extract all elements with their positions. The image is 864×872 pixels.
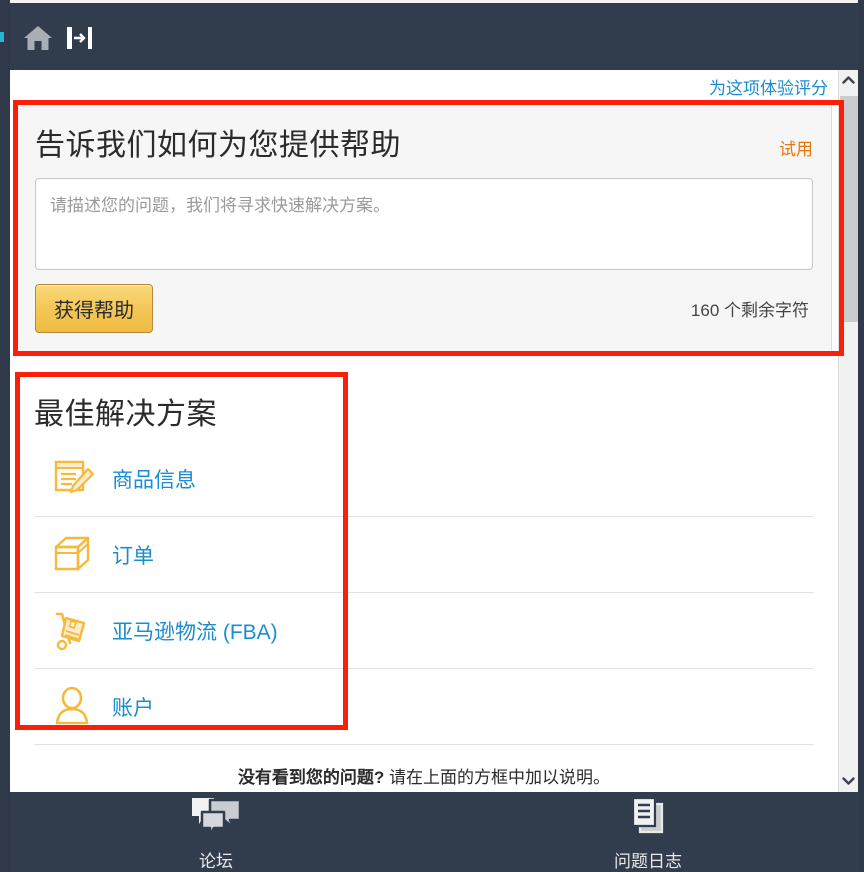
box-icon <box>34 533 112 577</box>
solution-link[interactable]: 订单 <box>112 540 154 570</box>
collapse-panel-button[interactable] <box>60 20 100 60</box>
scrollbar-thumb[interactable] <box>840 96 858 322</box>
person-icon <box>34 685 112 729</box>
window-left-edge <box>0 0 10 872</box>
issue-not-found-note: 没有看到您的问题? 请在上面的方框中加以说明。 <box>34 745 814 792</box>
help-card-footer: 获得帮助 160 个剩余字符 <box>35 284 813 333</box>
issue-not-found-question: 没有看到您的问题? <box>237 768 385 787</box>
edge-marker <box>0 32 4 42</box>
top-bar <box>0 0 864 70</box>
app-window: 为这项体验评分 告诉我们如何为您提供帮助 试用 获得帮助 160 个剩余字符 最… <box>0 0 864 872</box>
solutions-list: 商品信息 订单 亚马逊物流 (FBA) 账户 <box>34 441 814 745</box>
rate-row: 为这项体验评分 <box>10 70 858 100</box>
issue-description-input[interactable] <box>35 178 813 270</box>
trial-link[interactable]: 试用 <box>779 135 813 160</box>
nav-item-forums[interactable]: 论坛 <box>0 792 432 872</box>
vertical-scrollbar[interactable] <box>838 70 858 792</box>
character-counter: 160 个剩余字符 <box>690 301 809 320</box>
solutions-title: 最佳解决方案 <box>34 398 217 431</box>
get-help-button[interactable]: 获得帮助 <box>35 284 153 333</box>
solutions-panel: 最佳解决方案 商品信息 订单 亚马逊物流 (FBA) 账户 没有看到您的问题? … <box>16 375 832 792</box>
chevron-up-icon <box>842 72 855 90</box>
list-item[interactable]: 订单 <box>34 517 814 593</box>
window-right-edge <box>858 0 864 872</box>
scroll-up-button[interactable] <box>839 70 858 92</box>
home-button[interactable] <box>18 20 58 60</box>
scroll-content: 为这项体验评分 告诉我们如何为您提供帮助 试用 获得帮助 160 个剩余字符 最… <box>10 70 858 792</box>
list-item[interactable]: 亚马逊物流 (FBA) <box>34 593 814 669</box>
hand-truck-icon <box>34 609 112 653</box>
solution-link[interactable]: 商品信息 <box>112 464 196 494</box>
bottom-nav: 论坛 问题日志 <box>0 792 864 872</box>
list-item[interactable]: 商品信息 <box>34 441 814 517</box>
nav-label: 问题日志 <box>614 852 682 871</box>
solution-link[interactable]: 账户 <box>112 692 154 722</box>
help-card-header: 告诉我们如何为您提供帮助 试用 <box>35 120 813 164</box>
chat-bubbles-icon <box>188 794 244 843</box>
list-item[interactable]: 账户 <box>34 669 814 745</box>
solution-link[interactable]: 亚马逊物流 (FBA) <box>112 616 278 646</box>
chevron-down-icon <box>842 772 855 790</box>
nav-label: 论坛 <box>199 852 233 871</box>
nav-item-issue-log[interactable]: 问题日志 <box>432 792 864 872</box>
home-icon <box>23 24 53 57</box>
help-card: 告诉我们如何为您提供帮助 试用 获得帮助 160 个剩余字符 <box>16 103 832 352</box>
collapse-panel-icon <box>66 25 94 56</box>
issue-not-found-hint: 请在上面的方框中加以说明。 <box>384 768 611 787</box>
page-title: 告诉我们如何为您提供帮助 <box>35 129 401 162</box>
scroll-down-button[interactable] <box>839 770 858 792</box>
documents-icon <box>624 794 672 843</box>
listing-edit-icon <box>34 457 112 501</box>
rate-experience-link[interactable]: 为这项体验评分 <box>709 74 828 99</box>
